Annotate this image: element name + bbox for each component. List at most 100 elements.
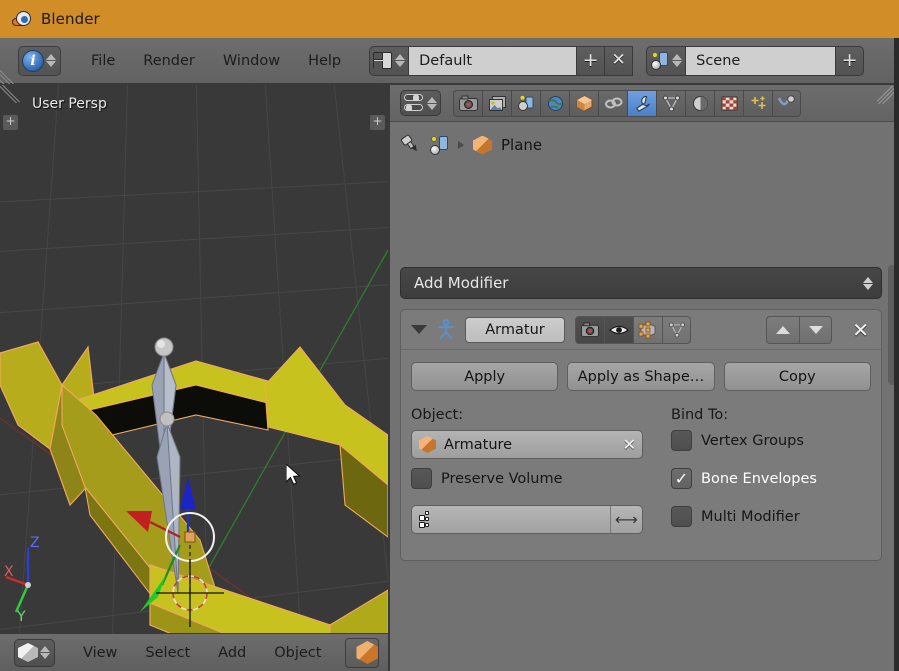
toggle-render-visibility[interactable] [575, 315, 604, 344]
object-mode-icon [18, 643, 38, 662]
editor-type-selector[interactable]: i [18, 45, 61, 76]
active-object-button[interactable] [345, 637, 380, 668]
tab-particles[interactable] [743, 89, 772, 117]
scene-name-field[interactable]: Scene [686, 45, 837, 76]
tab-scene[interactable] [511, 89, 540, 117]
updown-arrows-icon [863, 276, 873, 290]
tab-material[interactable] [685, 89, 714, 117]
preserve-volume-label: Preserve Volume [441, 470, 563, 487]
axis-label-y: Y [16, 609, 26, 625]
vertex-group-field[interactable]: ⟷ [411, 505, 643, 534]
copy-button[interactable]: Copy [723, 362, 871, 391]
move-modifier-down-button[interactable] [799, 315, 833, 344]
checkmark-icon: ✓ [674, 468, 689, 488]
tab-world[interactable] [540, 89, 569, 117]
apply-as-shape-button[interactable]: Apply as Shape… [567, 362, 715, 391]
close-icon: ✕ [611, 50, 626, 70]
physics-icon [777, 94, 795, 105]
preserve-volume-row[interactable]: Preserve Volume [411, 468, 643, 489]
chain-link-icon [604, 97, 622, 108]
menu-file[interactable]: File [77, 49, 129, 73]
object-settings-column: Object: Armature ✕ Preserve Volume ⟷ [411, 407, 643, 534]
multi-modifier-checkbox[interactable] [671, 506, 692, 527]
tab-object-data[interactable] [656, 89, 685, 117]
header-corner-grip[interactable] [0, 68, 16, 84]
multi-modifier-row[interactable]: Multi Modifier [671, 506, 871, 527]
pin-icon[interactable] [396, 131, 424, 159]
object-cube-icon [419, 436, 436, 453]
screen-layout-selector[interactable] [369, 45, 410, 76]
bone-envelopes-checkbox[interactable]: ✓ [671, 468, 692, 489]
tab-object[interactable] [569, 89, 598, 117]
invert-vertex-group-button[interactable]: ⟷ [610, 506, 642, 533]
3d-viewport[interactable]: Z X Y User Persp (1) Plane + + [0, 85, 388, 633]
scene-icon [650, 51, 669, 70]
add-modifier-dropdown[interactable]: Add Modifier [400, 267, 882, 299]
updown-arrows-icon [46, 54, 56, 67]
menu-help[interactable]: Help [294, 49, 355, 73]
menu-window[interactable]: Window [209, 49, 294, 73]
modifier-name-field[interactable]: Armatur [465, 316, 565, 343]
mouse-cursor-icon [286, 464, 301, 486]
tab-texture[interactable] [714, 89, 743, 117]
axis-label-x: X [4, 564, 14, 580]
menu-render[interactable]: Render [129, 49, 209, 73]
globe-icon [547, 95, 563, 111]
properties-region-toggle-button[interactable]: + [370, 115, 385, 130]
add-scene-button[interactable]: + [836, 45, 865, 76]
scene-icon[interactable] [429, 135, 449, 155]
on-cage-icon [668, 321, 685, 338]
checker-icon [721, 96, 737, 110]
toggle-realtime-visibility[interactable] [604, 315, 633, 344]
scene-updown-arrows-icon [672, 54, 683, 67]
vertex-groups-checkbox[interactable] [671, 430, 692, 451]
menu-select[interactable]: Select [131, 641, 204, 665]
mode-updown-arrows-icon [40, 646, 50, 659]
screen-layout-name-field[interactable]: Default [409, 45, 578, 76]
delete-screen-layout-button[interactable]: ✕ [605, 45, 634, 76]
properties-tabbar [453, 89, 801, 117]
breadcrumb: Plane [400, 131, 542, 159]
collapse-triangle-icon[interactable] [411, 325, 427, 334]
properties-sliders-icon [404, 94, 424, 112]
move-modifier-up-button[interactable] [766, 315, 800, 344]
menu-object[interactable]: Object [260, 641, 335, 665]
multi-modifier-label: Multi Modifier [701, 508, 800, 525]
delete-modifier-button[interactable]: ✕ [852, 318, 869, 342]
bone-envelopes-row[interactable]: ✓ Bone Envelopes [671, 468, 871, 489]
info-editor-icon: i [22, 49, 44, 72]
armature-object-value: Armature [444, 436, 513, 453]
eye-icon [609, 325, 629, 334]
apply-button[interactable]: Apply [411, 362, 559, 391]
toggle-edit-mode-display[interactable] [633, 315, 662, 344]
viewport-view-label: User Persp [32, 96, 107, 112]
add-screen-layout-button[interactable]: + [577, 45, 606, 76]
tab-render-layers[interactable] [482, 89, 511, 117]
vertex-groups-row[interactable]: Vertex Groups [671, 430, 871, 451]
cube-icon [576, 94, 592, 112]
toggle-on-cage-display[interactable] [662, 315, 691, 344]
modifier-panel-header: Armatur ✕ [401, 310, 881, 350]
viewport-corner-grip-topleft[interactable] [0, 85, 20, 103]
toolshelf-toggle-button[interactable]: + [3, 115, 18, 130]
clear-object-button[interactable]: ✕ [623, 435, 636, 454]
layout-updown-arrows-icon [395, 54, 406, 67]
tab-constraints[interactable] [598, 89, 627, 117]
object-cube-icon [473, 135, 492, 155]
tab-physics[interactable] [772, 89, 801, 117]
add-modifier-label: Add Modifier [414, 274, 509, 292]
scene-selector[interactable] [646, 45, 687, 76]
interaction-mode-selector[interactable] [14, 638, 55, 667]
menu-view[interactable]: View [69, 641, 131, 665]
properties-editor-type-selector[interactable] [400, 90, 441, 116]
tab-render[interactable] [453, 89, 482, 117]
object-cube-icon [356, 641, 379, 664]
tab-modifiers[interactable] [627, 89, 656, 117]
props-updown-arrows-icon [427, 96, 437, 110]
armature-icon [435, 318, 457, 341]
menu-add[interactable]: Add [204, 641, 260, 665]
blender-logo-icon [12, 9, 32, 29]
preserve-volume-checkbox[interactable] [411, 468, 432, 489]
properties-header [390, 85, 899, 122]
armature-object-field[interactable]: Armature ✕ [411, 430, 643, 459]
